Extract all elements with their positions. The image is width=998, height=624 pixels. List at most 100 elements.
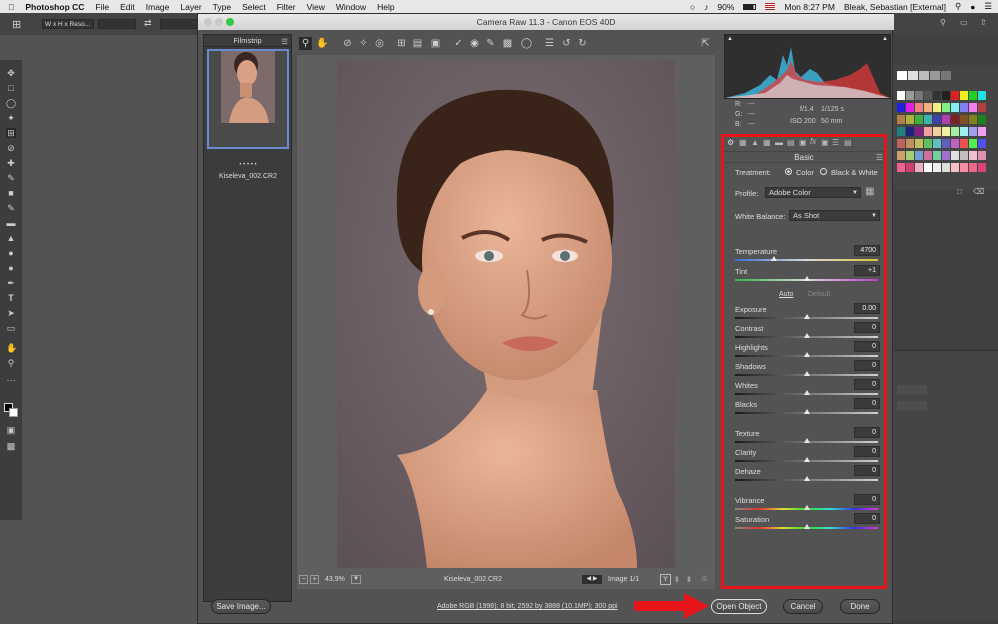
slider-value-input[interactable]: 4700 bbox=[854, 245, 880, 256]
background-color[interactable] bbox=[9, 408, 18, 417]
swatch[interactable] bbox=[915, 163, 923, 172]
flag-icon[interactable] bbox=[765, 3, 776, 10]
swatch[interactable] bbox=[951, 115, 959, 124]
auto-link[interactable]: Auto bbox=[779, 291, 793, 298]
zoom-tool-icon[interactable]: ⚲ bbox=[299, 37, 312, 50]
layer-row[interactable] bbox=[897, 385, 927, 395]
swatch[interactable] bbox=[960, 139, 968, 148]
battery-label[interactable]: 90% bbox=[717, 2, 734, 12]
swatch[interactable] bbox=[933, 115, 941, 124]
before-after-y-button[interactable]: Y bbox=[660, 574, 671, 585]
swatch[interactable] bbox=[978, 127, 986, 136]
zoom-in-button[interactable]: + bbox=[310, 575, 319, 584]
slider-handle[interactable] bbox=[803, 409, 810, 414]
adjustment-brush-icon[interactable]: ✎ bbox=[484, 37, 497, 50]
shadow-clipping-icon[interactable]: ▲ bbox=[727, 36, 733, 42]
workspace-icon[interactable]: ▭ bbox=[960, 18, 968, 27]
app-menu[interactable]: Photoshop CC bbox=[25, 2, 84, 12]
menu-list-icon[interactable]: ☰ bbox=[984, 1, 992, 12]
swatch[interactable] bbox=[897, 163, 905, 172]
lasso-tool-icon[interactable]: ◯ bbox=[6, 98, 16, 108]
siri-icon[interactable]: ● bbox=[970, 2, 975, 12]
red-eye-icon[interactable]: ◉ bbox=[468, 37, 481, 50]
transform-icon[interactable]: ▣ bbox=[429, 37, 442, 50]
wifi-icon[interactable]: ○ bbox=[690, 2, 695, 12]
slider-track[interactable] bbox=[735, 259, 878, 261]
menu-image[interactable]: Image bbox=[146, 2, 170, 12]
slider-value-input[interactable]: 0.00 bbox=[854, 303, 880, 314]
swatch[interactable] bbox=[960, 163, 968, 172]
swatch[interactable] bbox=[960, 115, 968, 124]
blur-tool-icon[interactable]: ● bbox=[6, 248, 16, 258]
slider-value-input[interactable]: 0 bbox=[854, 446, 880, 457]
swatch[interactable] bbox=[941, 71, 951, 80]
swatch[interactable] bbox=[897, 115, 905, 124]
white-balance-select[interactable]: As Shot ▼ bbox=[789, 210, 880, 221]
apple-icon[interactable]:  bbox=[8, 2, 14, 12]
swatch[interactable] bbox=[897, 91, 905, 100]
close-window-icon[interactable] bbox=[204, 18, 212, 26]
menu-edit[interactable]: Edit bbox=[120, 2, 135, 12]
swatch[interactable] bbox=[897, 139, 905, 148]
zoom-level[interactable]: 43.9% bbox=[325, 576, 345, 583]
toggle-fullscreen-icon[interactable]: ⇱ bbox=[699, 37, 712, 50]
slider-value-input[interactable]: 0 bbox=[854, 494, 880, 505]
search-ps-icon[interactable]: ⚲ bbox=[940, 18, 946, 27]
swatch[interactable] bbox=[906, 151, 914, 160]
clock[interactable]: Mon 8:27 PM bbox=[784, 2, 835, 12]
basic-tab-icon[interactable]: ⚙ bbox=[727, 138, 734, 147]
menu-help[interactable]: Help bbox=[377, 2, 394, 12]
slider-handle[interactable] bbox=[803, 314, 810, 319]
marquee-tool-icon[interactable]: □ bbox=[6, 83, 16, 93]
menu-file[interactable]: File bbox=[95, 2, 109, 12]
crop-icon[interactable]: ⊞ bbox=[12, 18, 21, 31]
swatch[interactable] bbox=[924, 139, 932, 148]
slider-value-input[interactable]: 0 bbox=[854, 360, 880, 371]
swatch[interactable] bbox=[960, 151, 968, 160]
graduated-filter-icon[interactable]: ▩ bbox=[501, 37, 514, 50]
swatch[interactable] bbox=[924, 127, 932, 136]
swatch[interactable] bbox=[978, 115, 986, 124]
swap-view-icon[interactable]: ▮ bbox=[675, 575, 679, 583]
type-tool-icon[interactable]: T bbox=[6, 293, 16, 303]
spot-removal-icon[interactable]: ✓ bbox=[452, 37, 465, 50]
quick-mask-icon[interactable]: ▣ bbox=[6, 425, 16, 435]
swatch[interactable] bbox=[930, 71, 940, 80]
swatch[interactable] bbox=[915, 103, 923, 112]
swatch[interactable] bbox=[942, 91, 950, 100]
slider-handle[interactable] bbox=[803, 371, 810, 376]
prev-next-arrows[interactable]: ◀ ▶ bbox=[582, 575, 602, 584]
swatch[interactable] bbox=[951, 139, 959, 148]
treatment-bw-radio[interactable] bbox=[820, 168, 827, 175]
highlight-clipping-icon[interactable]: ▲ bbox=[882, 36, 888, 42]
swatch[interactable] bbox=[942, 103, 950, 112]
swatch[interactable] bbox=[906, 115, 914, 124]
layer-row[interactable] bbox=[897, 401, 927, 411]
menu-window[interactable]: Window bbox=[336, 2, 366, 12]
swatch[interactable] bbox=[969, 91, 977, 100]
menu-layer[interactable]: Layer bbox=[180, 2, 201, 12]
detail-tab-icon[interactable]: ▲ bbox=[751, 138, 759, 147]
magic-wand-icon[interactable]: ✦ bbox=[6, 113, 16, 123]
hand-tool-icon[interactable]: ✋ bbox=[316, 37, 329, 50]
profile-select[interactable]: Adobe Color ▼ bbox=[765, 187, 861, 198]
stamp-tool-icon[interactable]: ■ bbox=[6, 188, 16, 198]
slider-handle[interactable] bbox=[803, 276, 810, 281]
swatch[interactable] bbox=[915, 115, 923, 124]
swatch[interactable] bbox=[969, 115, 977, 124]
eraser-icon[interactable]: ▬ bbox=[6, 218, 16, 228]
swatch[interactable] bbox=[915, 151, 923, 160]
ratio-select[interactable]: W x H x Reso... bbox=[42, 19, 94, 29]
rotate-right-icon[interactable]: ↻ bbox=[576, 37, 589, 50]
new-swatch-icon[interactable]: □ bbox=[957, 187, 962, 196]
swatch[interactable] bbox=[933, 163, 941, 172]
zoom-dropdown-icon[interactable]: ▼ bbox=[351, 575, 361, 584]
pen-tool-icon[interactable]: ✒ bbox=[6, 278, 16, 288]
slider-handle[interactable] bbox=[803, 524, 810, 529]
width-field[interactable] bbox=[98, 19, 136, 29]
swatch[interactable] bbox=[951, 127, 959, 136]
slider-handle[interactable] bbox=[770, 256, 777, 261]
cancel-button[interactable]: Cancel bbox=[783, 599, 823, 614]
slider-value-input[interactable]: 0 bbox=[854, 322, 880, 333]
slider-handle[interactable] bbox=[803, 333, 810, 338]
